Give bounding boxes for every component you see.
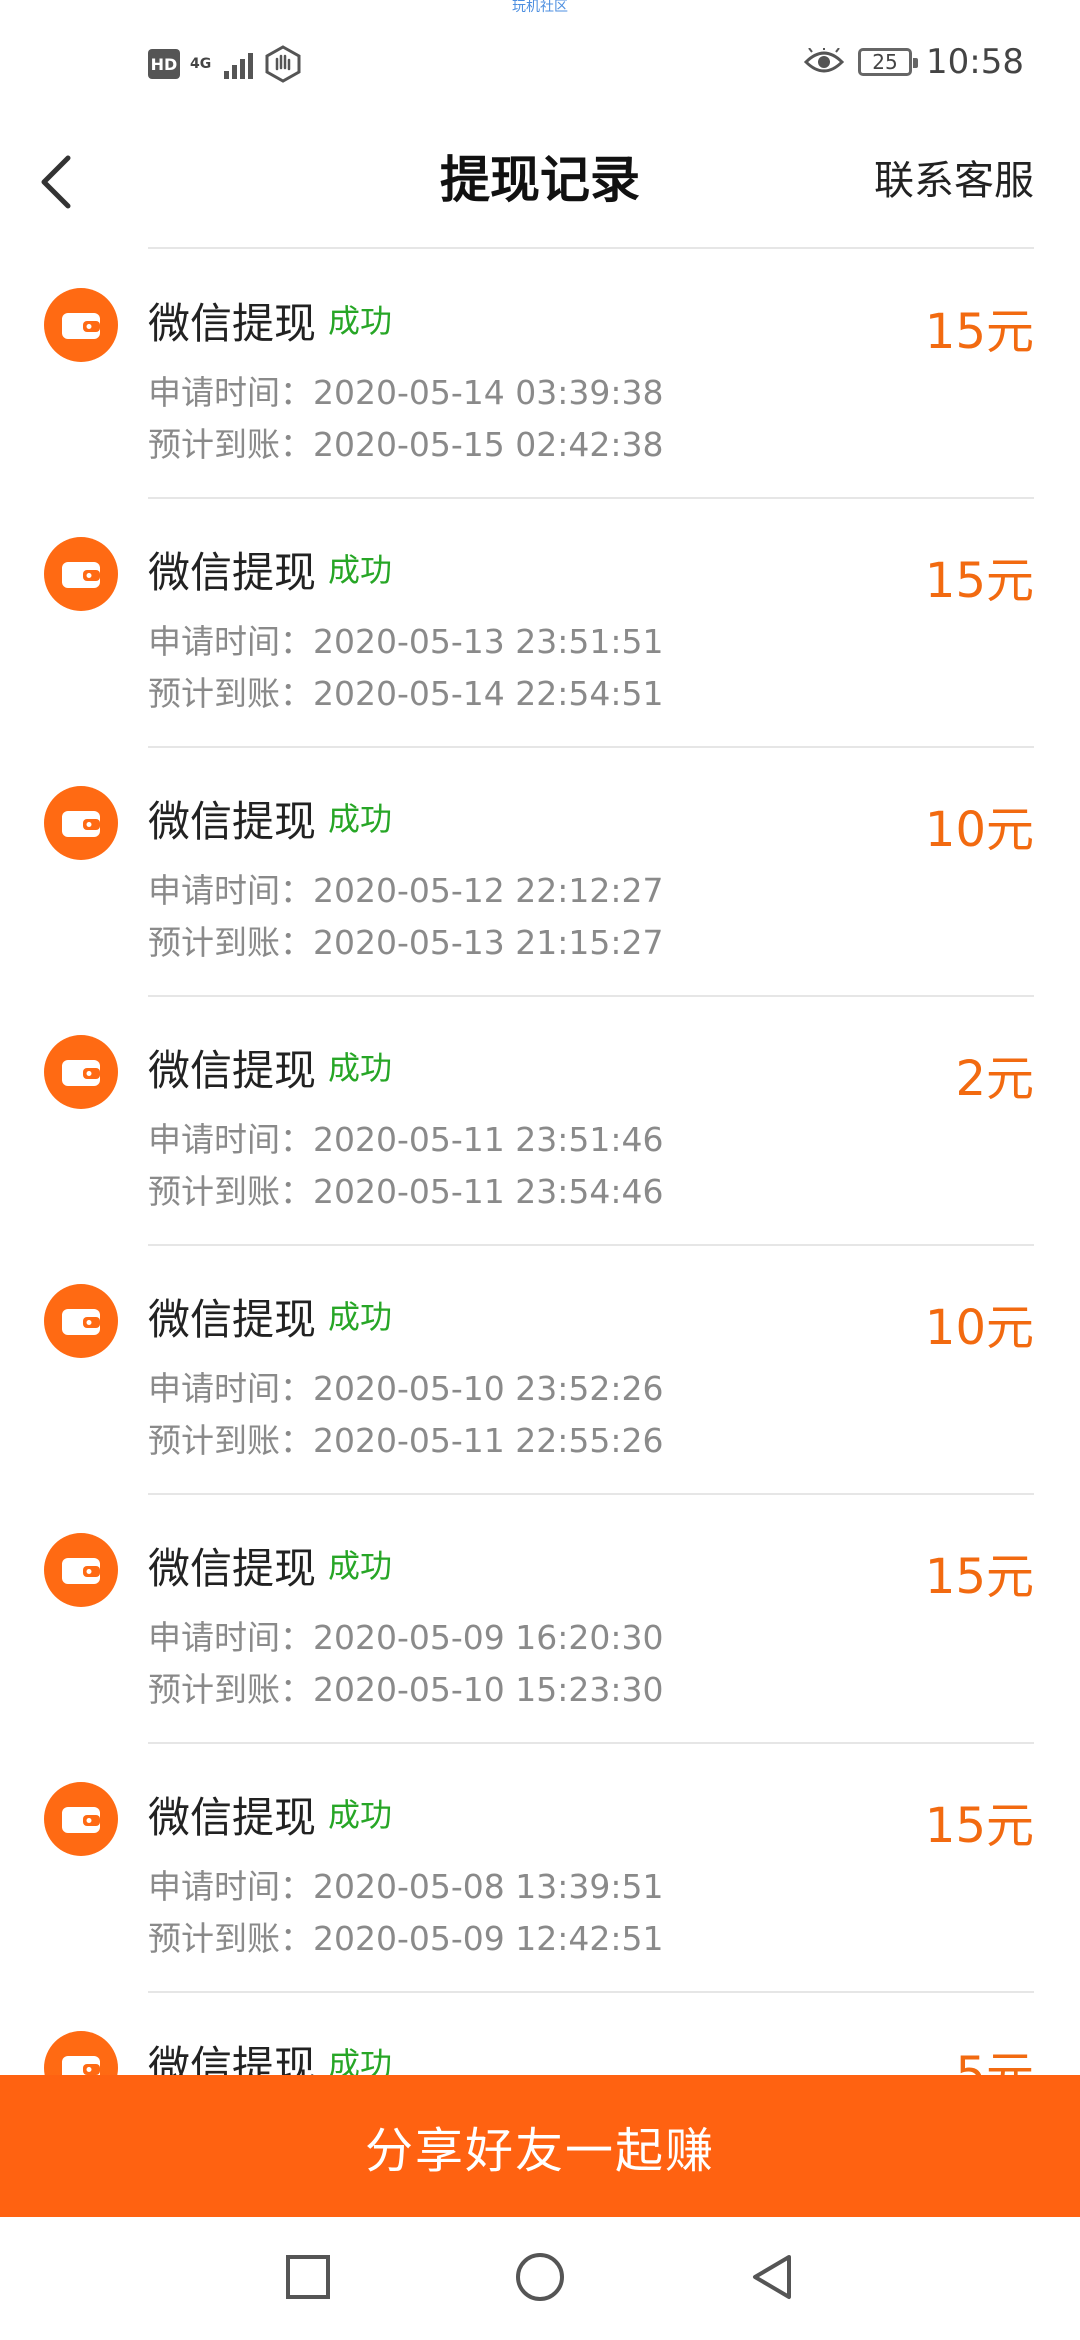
expected-time: 预计到账：2020-05-09 12:42:51: [148, 1919, 664, 1958]
signal-icon: [224, 49, 253, 79]
recent-apps-button[interactable]: [278, 2247, 338, 2307]
header: 提现记录 联系客服: [0, 130, 1080, 249]
list-item[interactable]: 微信提现 成功 15元 申请时间：2020-05-09 16:20:30 预计到…: [0, 1495, 1080, 1744]
hand-icon: [265, 45, 301, 83]
record-title: 微信提现: [148, 1544, 317, 1593]
list-item[interactable]: 微信提现 成功 2元 申请时间：2020-05-11 23:51:46 预计到账…: [0, 997, 1080, 1246]
wallet-icon: [44, 1035, 118, 1109]
record-amount: 10元: [924, 1300, 1034, 1356]
expected-time: 预计到账：2020-05-10 15:23:30: [148, 1670, 664, 1709]
list-item[interactable]: 微信提现 成功 15元 申请时间：2020-05-14 03:39:38 预计到…: [0, 250, 1080, 499]
list-item[interactable]: 微信提现 成功 15元 申请时间：2020-05-08 13:39:51 预计到…: [0, 1744, 1080, 1993]
wallet-icon: [44, 1782, 118, 1856]
hd-icon: HD: [148, 49, 180, 79]
status-left: HD 4G: [148, 44, 303, 84]
list-item[interactable]: 微信提现 成功 10元 申请时间：2020-05-10 23:52:26 预计到…: [0, 1246, 1080, 1495]
record-amount: 15元: [924, 1798, 1034, 1854]
wallet-icon: [44, 1284, 118, 1358]
status-badge: 成功: [328, 1298, 393, 1336]
nav-back-button[interactable]: [742, 2247, 802, 2307]
divider: [148, 247, 1034, 249]
network-type: 4G: [190, 56, 212, 72]
apply-time: 申请时间：2020-05-12 22:12:27: [148, 871, 664, 910]
apply-time: 申请时间：2020-05-10 23:52:26: [148, 1369, 664, 1408]
apply-time: 申请时间：2020-05-14 03:39:38: [148, 373, 664, 412]
record-amount: 15元: [924, 304, 1034, 360]
record-title: 微信提现: [148, 548, 317, 597]
status-badge: 成功: [328, 302, 393, 340]
wallet-icon: [44, 288, 118, 362]
contact-service-link[interactable]: 联系客服: [874, 148, 1034, 206]
status-badge: 成功: [328, 551, 393, 589]
record-title: 微信提现: [148, 1046, 317, 1095]
record-title: 微信提现: [148, 797, 317, 846]
clock: 10:58: [926, 42, 1024, 82]
apply-time: 申请时间：2020-05-09 16:20:30: [148, 1618, 664, 1657]
record-title: 微信提现: [148, 299, 317, 348]
status-right: 25 10:58: [804, 42, 1024, 82]
expected-time: 预计到账：2020-05-15 02:42:38: [148, 425, 664, 464]
share-friends-button[interactable]: 分享好友一起赚: [0, 2075, 1080, 2217]
navigation-bar: [0, 2217, 1080, 2340]
status-badge: 成功: [328, 800, 393, 838]
wallet-icon: [44, 1533, 118, 1607]
expected-time: 预计到账：2020-05-11 23:54:46: [148, 1172, 664, 1211]
battery-icon: 25: [858, 48, 919, 76]
record-amount: 10元: [924, 802, 1034, 858]
battery-level: 25: [872, 50, 898, 74]
expected-time: 预计到账：2020-05-11 22:55:26: [148, 1421, 664, 1460]
record-amount: 15元: [924, 553, 1034, 609]
screen: 玩机社区 HD 4G 25 10:58 提现记录 联系客服 微信提现 成功 15…: [0, 0, 1080, 2340]
wallet-icon: [44, 786, 118, 860]
record-amount: 2元: [955, 1051, 1034, 1107]
list-item[interactable]: 微信提现 成功 10元 申请时间：2020-05-12 22:12:27 预计到…: [0, 748, 1080, 997]
status-badge: 成功: [328, 1547, 393, 1585]
apply-time: 申请时间：2020-05-13 23:51:51: [148, 622, 664, 661]
expected-time: 预计到账：2020-05-14 22:54:51: [148, 674, 664, 713]
apply-time: 申请时间：2020-05-11 23:51:46: [148, 1120, 664, 1159]
record-title: 微信提现: [148, 1793, 317, 1842]
record-title: 微信提现: [148, 1295, 317, 1344]
list-item[interactable]: 微信提现 成功 15元 申请时间：2020-05-13 23:51:51 预计到…: [0, 499, 1080, 748]
status-badge: 成功: [328, 1049, 393, 1087]
wallet-icon: [44, 537, 118, 611]
eye-icon: [804, 48, 845, 76]
circle-icon: [516, 2253, 564, 2301]
triangle-back-icon: [753, 2255, 791, 2299]
apply-time: 申请时间：2020-05-08 13:39:51: [148, 1867, 664, 1906]
square-icon: [286, 2255, 330, 2299]
expected-time: 预计到账：2020-05-13 21:15:27: [148, 923, 664, 962]
home-button[interactable]: [510, 2247, 570, 2307]
status-badge: 成功: [328, 1796, 393, 1834]
status-bar: HD 4G 25 10:58: [0, 0, 1080, 130]
record-list[interactable]: 微信提现 成功 15元 申请时间：2020-05-14 03:39:38 预计到…: [0, 250, 1080, 2242]
record-amount: 15元: [924, 1549, 1034, 1605]
